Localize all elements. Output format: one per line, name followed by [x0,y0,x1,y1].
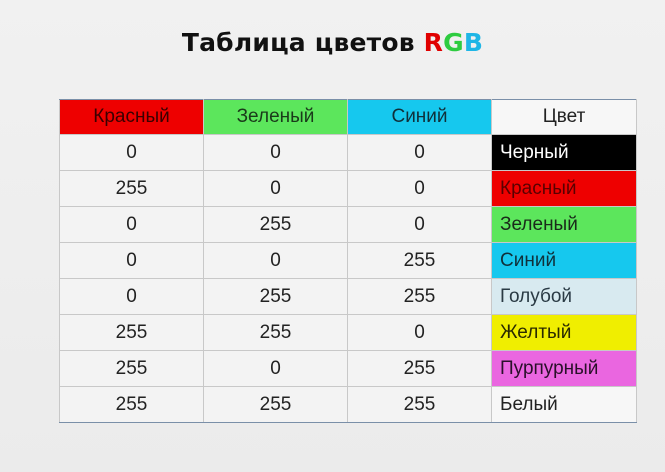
cell-blue-value: 255 [347,242,492,279]
cell-green-value: 0 [203,170,348,207]
page-title: Таблица цветов RGB [0,28,665,57]
cell-red-value: 0 [59,206,204,243]
cell-red-value: 0 [59,134,204,171]
cell-red-value: 255 [59,350,204,387]
cell-color-name: Пурпурный [491,350,637,387]
cell-color-name: Белый [491,386,637,423]
cell-red-value: 255 [59,386,204,423]
cell-green-value: 255 [203,314,348,351]
title-letter-g: G [443,28,464,57]
table-row: 0 0 0 Черный [59,134,637,171]
cell-red-value: 255 [59,314,204,351]
header-blue: Синий [347,99,492,135]
cell-red-value: 0 [59,242,204,279]
cell-green-value: 255 [203,206,348,243]
cell-blue-value: 0 [347,314,492,351]
table-row: 0 255 255 Голубой [59,278,637,315]
cell-color-name: Красный [491,170,637,207]
title-letter-r: R [423,28,444,57]
cell-blue-value: 0 [347,134,492,171]
cell-blue-value: 255 [347,386,492,423]
header-red: Красный [59,99,204,135]
table-row: 255 255 0 Желтый [59,314,637,351]
table-row: 0 0 255 Синий [59,242,637,279]
cell-color-name: Черный [491,134,637,171]
cell-color-name: Желтый [491,314,637,351]
cell-color-name: Голубой [491,278,637,315]
table-row: 255 255 255 Белый [59,386,637,423]
table-row: 0 255 0 Зеленый [59,206,637,243]
cell-blue-value: 255 [347,278,492,315]
cell-blue-value: 0 [347,206,492,243]
cell-green-value: 0 [203,242,348,279]
cell-green-value: 0 [203,350,348,387]
cell-green-value: 0 [203,134,348,171]
rgb-color-table: Красный Зеленый Синий Цвет 0 0 0 Черный … [59,99,637,423]
cell-red-value: 0 [59,278,204,315]
cell-green-value: 255 [203,278,348,315]
cell-blue-value: 255 [347,350,492,387]
table-row: 255 0 0 Красный [59,170,637,207]
header-green: Зеленый [203,99,348,135]
cell-color-name: Зеленый [491,206,637,243]
cell-blue-value: 0 [347,170,492,207]
title-text: Таблица цветов [181,28,424,57]
table-header-row: Красный Зеленый Синий Цвет [59,99,637,135]
title-letter-b: B [463,28,484,57]
cell-color-name: Синий [491,242,637,279]
cell-green-value: 255 [203,386,348,423]
table-row: 255 0 255 Пурпурный [59,350,637,387]
header-color: Цвет [491,99,637,135]
cell-red-value: 255 [59,170,204,207]
